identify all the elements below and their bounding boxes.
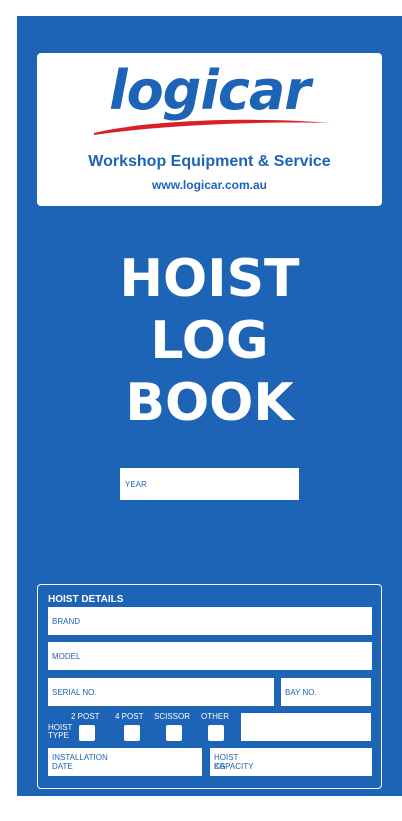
title-line-1: HOIST xyxy=(119,249,300,309)
capacity-unit-label: KG xyxy=(214,762,226,771)
option-2-post-checkbox[interactable] xyxy=(79,725,95,741)
installation-date-field[interactable]: INSTALLATION DATE xyxy=(48,748,202,776)
bay-number-label: BAY NO. xyxy=(285,688,317,697)
hoist-type-label: HOIST TYPE xyxy=(48,724,72,740)
title-line-3: BOOK xyxy=(125,373,294,433)
model-field[interactable]: MODEL xyxy=(48,642,372,670)
cover-panel: logicar Workshop Equipment & Service www… xyxy=(17,16,402,796)
option-4-post-checkbox[interactable] xyxy=(124,725,140,741)
year-field[interactable]: YEAR xyxy=(120,468,299,500)
title-line-2: LOG xyxy=(150,311,269,371)
option-scissor-label: SCISSOR xyxy=(154,712,191,721)
logo-website: www.logicar.com.au xyxy=(152,178,267,192)
option-other-checkbox[interactable] xyxy=(208,725,224,741)
option-scissor-checkbox[interactable] xyxy=(166,725,182,741)
bay-number-field[interactable]: BAY NO. xyxy=(281,678,371,706)
serial-number-label: SERIAL NO. xyxy=(52,688,97,697)
serial-number-field[interactable]: SERIAL NO. xyxy=(48,678,274,706)
hoist-capacity-field[interactable]: HOIST CAPACITY KG xyxy=(210,748,372,776)
brand-logo: logicar xyxy=(109,59,311,122)
other-type-field[interactable] xyxy=(241,713,371,741)
installation-label-line-1: INSTALLATION xyxy=(52,753,108,762)
option-other-label: OTHER xyxy=(201,712,229,721)
logo-tagline: Workshop Equipment & Service xyxy=(88,153,331,170)
option-2-post-label: 2 POST xyxy=(71,712,100,721)
logo-panel: logicar Workshop Equipment & Service www… xyxy=(37,53,382,206)
hoist-details-section: HOIST DETAILS BRAND MODEL SERIAL NO. BAY… xyxy=(37,584,382,789)
installation-date-label: INSTALLATION DATE xyxy=(52,753,108,771)
model-label: MODEL xyxy=(52,652,81,661)
logo-swoosh-icon xyxy=(94,119,330,135)
brand-field[interactable]: BRAND xyxy=(48,607,372,635)
installation-label-line-2: DATE xyxy=(52,762,73,771)
option-4-post-label: 4 POST xyxy=(115,712,144,721)
hoist-type-label-line-2: TYPE xyxy=(48,731,69,740)
year-label: YEAR xyxy=(125,480,147,489)
hoist-details-heading: HOIST DETAILS xyxy=(48,594,124,605)
brand-label: BRAND xyxy=(52,617,81,626)
capacity-label-line-1: HOIST xyxy=(214,753,239,762)
